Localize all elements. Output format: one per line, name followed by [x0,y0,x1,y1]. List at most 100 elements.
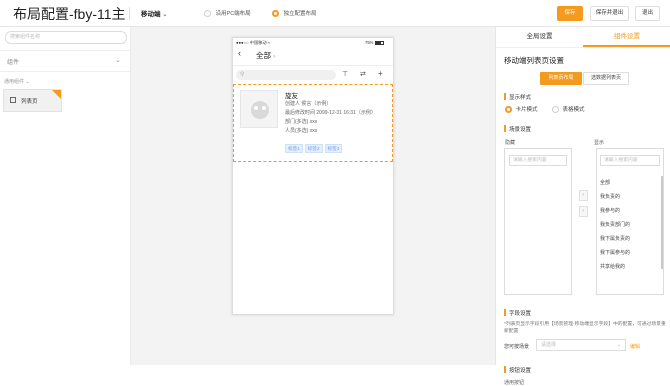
list-card[interactable]: 旋友 创建人 侯言（示例） 最后修改时间 2099-12-31 16:31（示例… [233,84,393,162]
card-mode-radio[interactable]: 卡片模式 [505,105,538,114]
shown-search-input[interactable]: 请输入搜索内容 [600,155,660,166]
component-item-label: 列表页 [21,99,38,105]
status-carrier: ●●●○○ 中国移动 ≈ [236,40,270,46]
group-title-label: 通用组件 [4,79,25,85]
divider [233,65,393,66]
radio-icon [204,10,211,18]
list-item[interactable]: 全部 [600,179,610,186]
section-marker [504,309,506,316]
list-item[interactable]: 我负责部门的 [600,221,630,228]
chevron-down-icon: ⌄ [115,57,121,64]
section-marker [504,125,506,132]
search-placeholder: 请输入搜索内容 [513,158,547,163]
corner-badge [52,90,61,99]
device-select[interactable]: 移动端 ⌄ [141,8,167,18]
card-mode-label: 卡片模式 [515,107,538,113]
wifi-icon: ≈ [267,40,271,45]
card-image [240,90,278,128]
settings-panel: 全局设置 组件设置 移动端列表页设置 列表页布局 选数据列表页 显示样式 卡片模… [495,27,670,386]
section-marker [504,93,506,100]
chevron-right-icon: › [582,192,585,198]
mode-pc-label: 沿用PC端布局 [215,11,251,17]
component-section[interactable]: 组件 ⌄ [0,50,131,72]
save-exit-button[interactable]: 保存并退出 [590,6,629,21]
shown-label: 显示 [594,140,605,146]
chevron-right-icon: › [273,54,276,60]
tab-component[interactable]: 组件设置 [583,27,670,46]
tag-badge: 标签3 [324,144,343,153]
tab-global[interactable]: 全局设置 [496,27,583,46]
search-placeholder: 请输入搜索内容 [604,158,638,163]
common-buttons-label: 通用按钮 [504,380,525,386]
table-mode-radio[interactable]: 表格模式 [552,105,585,114]
move-right-button[interactable]: › [579,190,588,201]
list-item[interactable]: 我负责的 [600,193,620,200]
toggle-select-data[interactable]: 选数据列表页 [583,72,629,85]
section-marker [504,366,506,373]
select-placeholder: 请选择 [541,342,557,348]
radio-checked-icon [505,106,512,114]
tag-badge: 标签1 [285,144,303,153]
tag-badge: 标签2 [304,144,323,153]
edit-link[interactable]: 编辑 [630,343,640,350]
search-placeholder: 搜索组件名称 [10,34,41,40]
battery-text: 75% [365,40,374,45]
display-style-label: 显示样式 [509,95,532,101]
card-row: 人员(多选) xxx [285,128,318,134]
radio-icon [552,106,559,114]
list-item[interactable]: 我下属负责的 [600,235,630,242]
chevron-left-icon: ‹ [582,208,585,214]
card-tags: 标签1 标签2 标签3 [285,137,344,155]
card-row: 最后修改时间 2099-12-31 16:31（示例） [285,110,376,116]
status-battery: 75% [365,40,384,45]
scrollbar[interactable] [661,176,663,269]
search-icon: ⚲ [240,72,245,78]
divider [496,47,670,48]
back-icon[interactable]: ‹ [238,48,241,58]
hidden-label: 隐藏 [505,140,516,146]
phone-search-input[interactable]: ⚲ [236,70,336,80]
list-item[interactable]: 我下属参与的 [600,249,630,256]
mode-independent-radio[interactable]: 独立配置布局 [272,9,317,18]
sort-icon[interactable]: ⇄ [360,70,366,78]
nav-title-text: 全部 [256,51,271,60]
page-title: 布局配置-fby-11主 [13,6,126,22]
scene-select-label: 您可按场景 [504,344,530,350]
component-sidebar: 搜索组件名称 组件 ⌄ 通用组件 ⌄ 列表页 [0,27,131,365]
chevron-down-icon: ⌄ [616,342,621,348]
scene-label: 场景设置 [509,127,532,133]
list-page-icon [10,97,16,103]
nav-title[interactable]: 全部 › [256,50,275,61]
hidden-list-box: 请输入搜索内容 [504,148,572,295]
table-mode-label: 表格模式 [562,107,585,113]
exit-button[interactable]: 退出 [635,6,660,21]
shown-list-box: 请输入搜索内容 全部 我负责的 我参与的 我负责部门的 我下属负责的 我下属参与… [596,148,664,295]
common-group-title[interactable]: 通用组件 ⌄ [4,78,30,85]
chevron-down-icon: ⌄ [162,12,168,18]
toggle-list-layout[interactable]: 列表页布局 [540,72,582,85]
device-select-label: 移动端 [141,11,161,18]
section-title: 移动端列表页设置 [504,56,564,65]
component-search-input[interactable]: 搜索组件名称 [5,31,127,44]
button-settings-label: 按钮设置 [509,368,532,374]
list-item[interactable]: 我参与的 [600,207,620,214]
card-row: 部门(多选) xxx [285,119,318,125]
phone-preview: ●●●○○ 中国移动 ≈ 75% ‹ 全部 › ⚲ ⊤ ⇄ + 旋友 创建人 侯… [232,37,394,315]
add-icon[interactable]: + [378,69,383,78]
mode-pc-radio[interactable]: 沿用PC端布局 [204,9,251,18]
save-button[interactable]: 保存 [557,6,583,21]
status-carrier-text: ●●●○○ 中国移动 [236,40,267,45]
hidden-search-input[interactable]: 请输入搜索内容 [509,155,567,166]
move-left-button[interactable]: ‹ [579,206,588,217]
component-item-list[interactable]: 列表页 [3,89,62,112]
scene-select[interactable]: 请选择 ⌄ [536,339,626,351]
battery-icon [374,40,384,45]
field-settings-label: 字段设置 [509,311,532,317]
filter-icon[interactable]: ⊤ [342,70,348,78]
divider [129,7,130,20]
list-item[interactable]: 共享给我的 [600,263,625,270]
component-section-title: 组件 [7,60,20,66]
image-placeholder-icon [251,101,269,119]
top-bar: 布局配置-fby-11主 移动端 ⌄ 沿用PC端布局 独立配置布局 保存 保存并… [0,0,670,27]
card-row: 创建人 侯言（示例） [285,101,332,107]
